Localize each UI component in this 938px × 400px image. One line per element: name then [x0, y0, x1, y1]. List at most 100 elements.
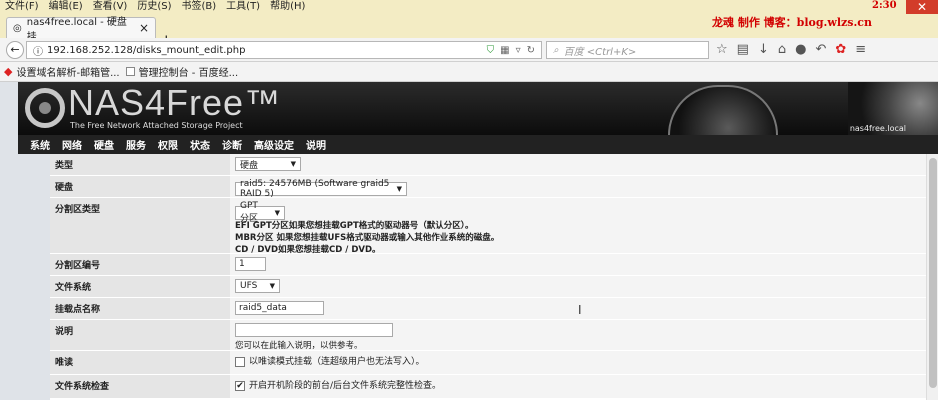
chevron-down-icon: ▼ [274, 208, 280, 217]
watermark-time: 2:30 [872, 0, 897, 11]
menu-bar: 文件(F) 编辑(E) 查看(V) 历史(S) 书签(B) 工具(T) 帮助(H… [0, 0, 938, 14]
text-cursor-icon: I [578, 303, 582, 317]
menu-tools[interactable]: 工具(T) [221, 0, 265, 14]
field-label: 挂载点名称 [50, 298, 230, 319]
field-label: 唯读 [50, 351, 230, 374]
reading-list-icon[interactable]: ▤ [737, 41, 749, 59]
chevron-down-icon: ▼ [290, 160, 296, 168]
page-info-icon[interactable]: ⓘ [33, 43, 43, 58]
tab-favicon-icon: ◎ [13, 22, 22, 34]
toolbar-icons: ☆ ▤ ↓ ⌂ ● ↶ ✿ ≡ [716, 41, 866, 59]
menu-history[interactable]: 历史(S) [132, 0, 176, 14]
bookmarks-bar: ◆ 设置域名解析-邮箱管... 管理控制台 - 百度经... [0, 62, 938, 82]
menu-help[interactable]: 帮助(H) [265, 0, 310, 14]
select-value: UFS [240, 281, 258, 291]
menu-bookmarks[interactable]: 书签(B) [177, 0, 222, 14]
search-placeholder: 百度 <Ctrl+K> [563, 46, 637, 58]
nav-services[interactable]: 服务 [120, 137, 152, 152]
form-row-disk: 硬盘 raid5: 24576MB (Software graid5 RAID … [50, 176, 926, 199]
mount-form: 类型 硬盘 ▼ 硬盘 raid5: 24576MB (Software graid… [50, 154, 926, 400]
hostname: nas4free.local [849, 124, 906, 133]
nav-help[interactable]: 说明 [300, 137, 332, 152]
field-value: UFS ▼ [230, 276, 926, 297]
type-select[interactable]: 硬盘 ▼ [235, 157, 301, 171]
partition-type-select[interactable]: GPT 分区 ▼ [235, 201, 285, 224]
fscheck-checkbox[interactable]: ✔ [235, 380, 245, 391]
address-url: 192.168.252.128/disks_mount_edit.php [47, 44, 246, 56]
nav-disks[interactable]: 硬盘 [88, 137, 120, 152]
menu-view[interactable]: 查看(V) [88, 0, 133, 14]
bookmark-page-icon [125, 67, 135, 76]
search-box[interactable]: ⌕ 百度 <Ctrl+K> [546, 41, 709, 59]
bookmark-label: 设置域名解析-邮箱管... [16, 68, 120, 79]
nav-status[interactable]: 状态 [184, 137, 216, 152]
addon-icon[interactable]: ✿ [835, 41, 846, 59]
main-nav: 系统 网络 硬盘 服务 权限 状态 诊断 高级设定 说明 [18, 135, 938, 154]
form-row-mount-name: 挂载点名称 raid5_data [50, 298, 926, 320]
partition-number-input[interactable]: 1 [235, 257, 266, 271]
help-text: EFI GPT分区如果您想挂载GPT格式的驱动器号（默认分区）。 [235, 220, 474, 231]
form-row-partition-type: 分割区类型 GPT 分区 ▼ EFI GPT分区如果您想挂载GPT格式的驱动器号（… [50, 198, 926, 255]
disk-select[interactable]: raid5: 24576MB (Software graid5 RAID 5) ▼ [235, 179, 407, 199]
shield-icon[interactable]: ⛉ [487, 45, 495, 56]
field-label: 说明 [50, 320, 230, 350]
scrollbar-thumb[interactable] [929, 158, 937, 388]
field-value: 硬盘 ▼ [230, 154, 926, 175]
navigation-bar: ← ⓘ 192.168.252.128/disks_mount_edit.php… [0, 38, 938, 62]
field-label: 分割区编号 [50, 254, 230, 275]
field-label: 分割区类型 [50, 198, 230, 253]
form-row-fscheck: 文件系统检查 ✔ 开启开机阶段的前台/后台文件系统完整性检查。 [50, 375, 926, 399]
help-text: MBR分区 如果您想挂载UFS格式驱动器或输入其他作业系统的磁盘。 [235, 232, 500, 243]
site-header: NAS4Free™ The Free Network Attached Stor… [18, 82, 938, 135]
field-value: GPT 分区 ▼ EFI GPT分区如果您想挂载GPT格式的驱动器号（默认分区）。… [230, 198, 926, 255]
field-label: 文件系统 [50, 276, 230, 297]
bookmark-icon: ◆ [4, 65, 13, 78]
logo: NAS4Free™ [68, 82, 282, 123]
mount-name-input[interactable]: raid5_data [235, 301, 324, 315]
field-label: 硬盘 [50, 176, 230, 197]
form-row-type: 类型 硬盘 ▼ [50, 154, 926, 176]
bookmark-item[interactable]: 管理控制台 - 百度经... [125, 64, 239, 79]
chevron-down-icon: ▼ [396, 185, 402, 193]
nav-network[interactable]: 网络 [56, 137, 88, 152]
undo-icon[interactable]: ↶ [815, 41, 826, 59]
home-icon[interactable]: ⌂ [778, 41, 786, 59]
bookmark-label: 管理控制台 - 百度经... [138, 68, 239, 79]
back-button[interactable]: ← [6, 41, 24, 59]
dropdown-icon[interactable]: ▿ [516, 45, 521, 56]
menu-edit[interactable]: 编辑(E) [44, 0, 88, 14]
checkbox-label: 开启开机阶段的前台/后台文件系统完整性检查。 [249, 381, 442, 391]
browser-tab[interactable]: ◎ nas4free.local - 硬盘挂... × [6, 17, 156, 43]
field-value: raid5: 24576MB (Software graid5 RAID 5) ▼ [230, 176, 926, 199]
window-close-button[interactable]: ✕ [906, 0, 938, 14]
bookmark-item[interactable]: ◆ 设置域名解析-邮箱管... [4, 64, 120, 79]
watermark: 龙魂 制作 博客：blog.wlzs.cn [712, 16, 872, 29]
download-icon[interactable]: ↓ [758, 41, 769, 59]
menu-icon[interactable]: ≡ [855, 41, 866, 59]
chat-icon[interactable]: ● [795, 41, 806, 59]
search-icon: ⌕ [553, 44, 559, 56]
nav-diagnostics[interactable]: 诊断 [216, 137, 248, 152]
checkbox-label: 以唯读模式挂载（连超级用户也无法写入）。 [249, 357, 425, 367]
select-value: 硬盘 [240, 160, 259, 171]
nav-access[interactable]: 权限 [152, 137, 184, 152]
form-row-filesystem: 文件系统 UFS ▼ [50, 276, 926, 298]
menu-file[interactable]: 文件(F) [0, 0, 44, 14]
field-label: 类型 [50, 154, 230, 175]
chevron-down-icon: ▼ [269, 282, 275, 290]
form-row-partition-number: 分割区编号 1 [50, 254, 926, 276]
address-bar[interactable]: ⓘ 192.168.252.128/disks_mount_edit.php ⛉… [26, 41, 542, 59]
form-row-readonly: 唯读 以唯读模式挂载（连超级用户也无法写入）。 [50, 351, 926, 375]
nav-system[interactable]: 系统 [24, 137, 56, 152]
tab-close-icon[interactable]: × [139, 21, 149, 35]
description-input[interactable] [235, 323, 393, 337]
reload-icon[interactable]: ↻ [527, 45, 535, 56]
qr-icon[interactable]: ▦ [500, 45, 509, 56]
filesystem-select[interactable]: UFS ▼ [235, 279, 280, 293]
scrollbar[interactable] [926, 154, 938, 400]
field-value: 1 [230, 254, 926, 275]
field-value: 您可以在此输入说明，以供参考。 [230, 320, 926, 351]
readonly-checkbox[interactable] [235, 356, 245, 367]
nav-advanced[interactable]: 高级设定 [248, 137, 300, 152]
star-icon[interactable]: ☆ [716, 41, 728, 59]
